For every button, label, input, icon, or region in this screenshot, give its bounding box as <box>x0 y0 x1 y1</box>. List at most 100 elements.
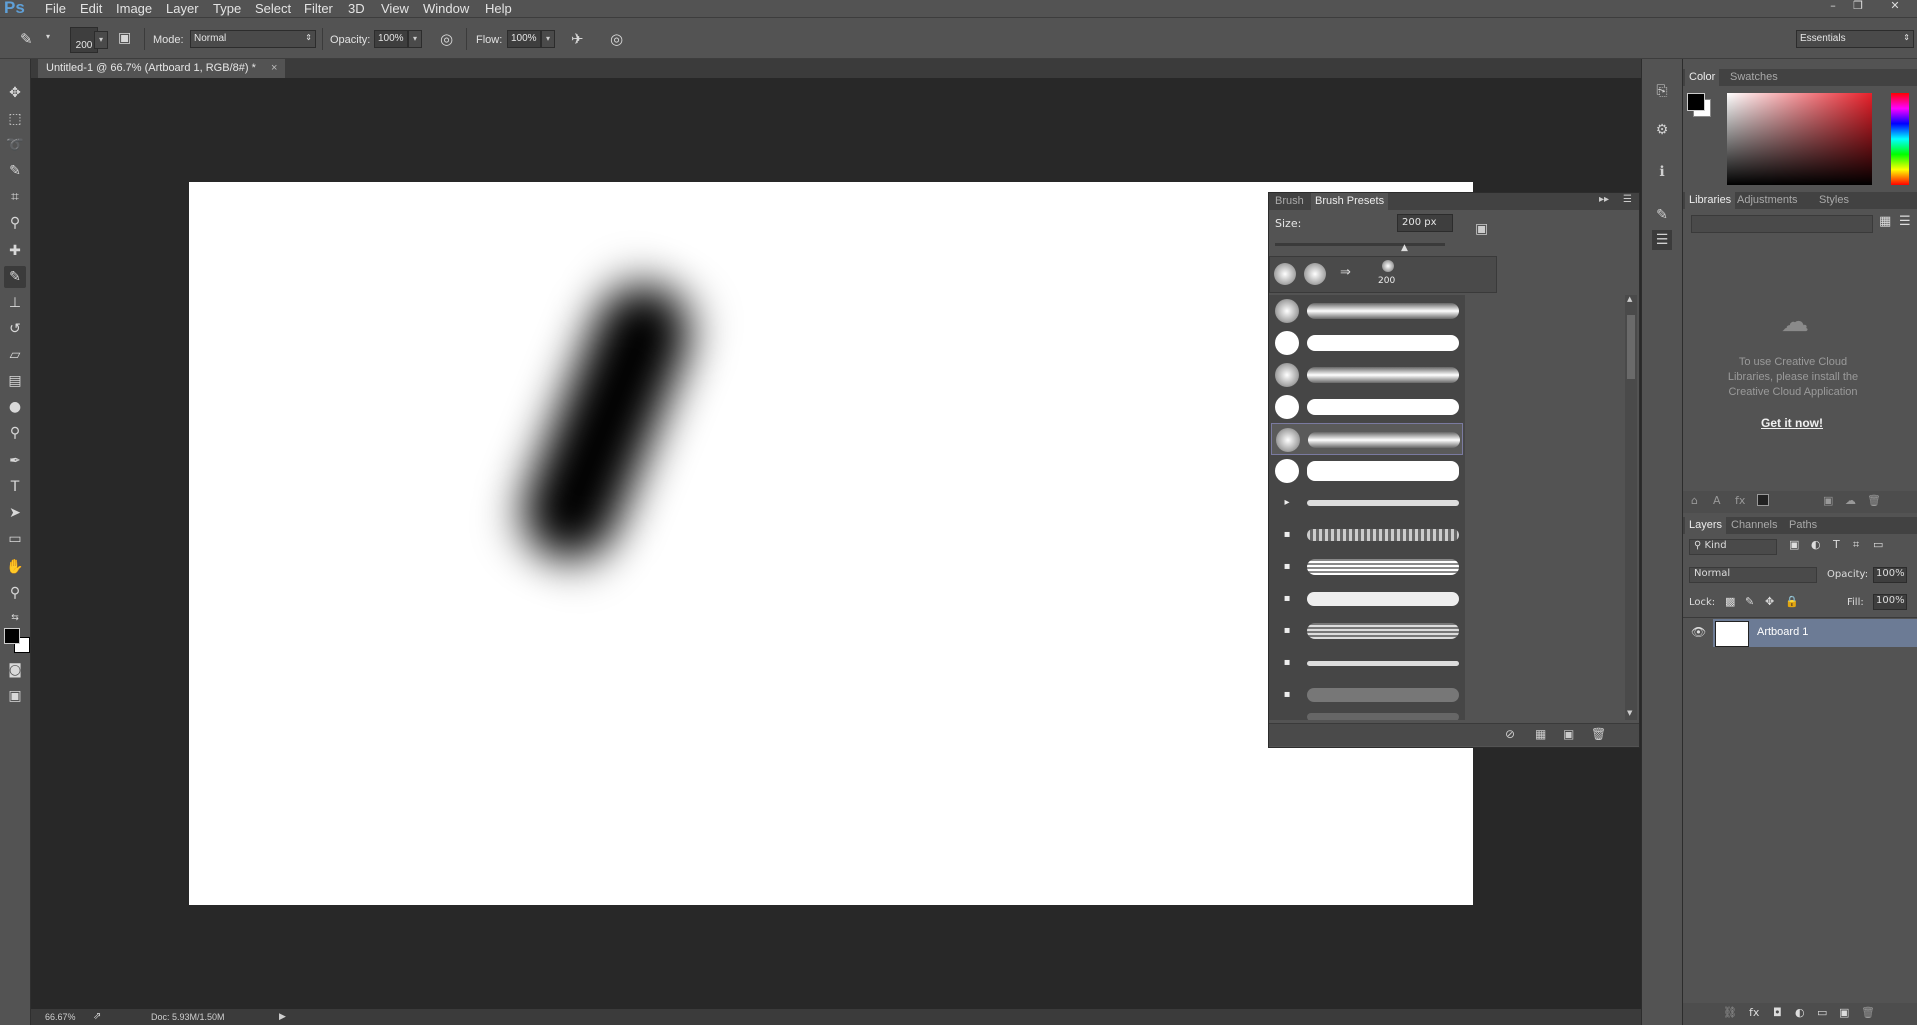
pressure-opacity-icon[interactable]: ◎ <box>440 30 453 48</box>
layer-opacity-input[interactable]: 100% <box>1873 567 1907 583</box>
minimize-icon[interactable]: – <box>1823 0 1843 14</box>
path-select-tool-icon[interactable]: ➤ <box>4 502 26 524</box>
layer-filter-select[interactable]: ⚲ Kind <box>1689 539 1777 555</box>
preset-row[interactable] <box>1271 391 1463 423</box>
visibility-eye-icon[interactable]: 👁 <box>1691 625 1706 639</box>
brush-tool-icon[interactable]: ✎ <box>20 30 33 48</box>
clone-stamp-tool-icon[interactable]: ⊥ <box>4 292 26 314</box>
menu-layer[interactable]: Layer <box>166 1 199 16</box>
preset-row[interactable] <box>1271 327 1463 359</box>
menu-file[interactable]: File <box>45 1 66 16</box>
preset-row[interactable]: ▪ <box>1271 647 1463 679</box>
new-brush-icon[interactable]: ▣ <box>1563 727 1574 741</box>
color-field[interactable] <box>1727 93 1872 185</box>
eyedropper-tool-icon[interactable]: ⚲ <box>4 212 26 234</box>
eraser-tool-icon[interactable]: ▱ <box>4 344 26 366</box>
lock-all-icon[interactable]: 🔒 <box>1785 595 1799 608</box>
collapse-panel-icon[interactable]: ▸▸ <box>1599 194 1609 205</box>
filter-pixel-icon[interactable]: ▣ <box>1789 538 1799 551</box>
toggle-brush-panel-icon[interactable]: ⊘ <box>1505 727 1515 741</box>
preset-row[interactable] <box>1271 711 1463 720</box>
preset-row[interactable]: ▪ <box>1271 551 1463 583</box>
rectangle-tool-icon[interactable]: ▭ <box>4 528 26 550</box>
delete-brush-icon[interactable]: 🗑 <box>1591 727 1606 741</box>
fill-input[interactable]: 100% <box>1873 594 1907 610</box>
recent-brush-soft[interactable] <box>1274 263 1296 285</box>
filter-smart-object-icon[interactable]: ▭ <box>1873 538 1883 551</box>
chevron-down-icon[interactable]: ▾ <box>46 32 50 41</box>
filter-type-icon[interactable]: T <box>1833 538 1840 551</box>
pen-tool-icon[interactable]: ✒ <box>4 450 26 472</box>
menu-3d[interactable]: 3D <box>348 1 365 16</box>
list-view-icon[interactable]: ☰ <box>1899 214 1911 229</box>
gradient-tool-icon[interactable]: ▤ <box>4 370 26 392</box>
zoom-level[interactable]: 66.67% <box>45 1012 76 1022</box>
foreground-color-swatch[interactable] <box>4 628 20 644</box>
lock-transparent-icon[interactable]: ▩ <box>1725 595 1735 608</box>
mode-select[interactable]: Normal ⇕ <box>190 30 316 48</box>
scrollbar-thumb[interactable] <box>1627 315 1635 379</box>
layer-row[interactable]: Artboard 1 <box>1713 619 1917 647</box>
size-slider-handle[interactable]: ▲ <box>1401 243 1408 253</box>
opacity-dropdown[interactable]: ▾ <box>408 30 422 48</box>
tab-layers[interactable]: Layers <box>1685 517 1727 534</box>
filter-shape-icon[interactable]: ⌗ <box>1853 538 1859 552</box>
zoom-tool-icon[interactable]: ⚲ <box>4 582 26 604</box>
scroll-down-icon[interactable]: ▼ <box>1627 709 1632 717</box>
menu-select[interactable]: Select <box>255 1 291 16</box>
healing-brush-tool-icon[interactable]: ✚ <box>4 240 26 262</box>
delete-layer-icon[interactable]: 🗑 <box>1861 1006 1875 1019</box>
preset-scrollbar[interactable]: ▲ ▼ <box>1625 295 1637 720</box>
cc-sync-icon[interactable]: ☁ <box>1845 494 1856 507</box>
layer-name[interactable]: Artboard 1 <box>1757 626 1808 638</box>
status-menu-arrow-icon[interactable]: ▶ <box>279 1011 286 1022</box>
color-fg-swatch[interactable] <box>1687 93 1705 111</box>
quick-select-tool-icon[interactable]: ✎ <box>4 160 26 182</box>
recent-brush-200[interactable] <box>1382 260 1394 272</box>
preset-row[interactable]: ▸ <box>1271 487 1463 519</box>
recent-brush-soft-2[interactable] <box>1304 263 1326 285</box>
preset-row[interactable] <box>1271 295 1463 327</box>
library-select[interactable] <box>1691 215 1873 233</box>
new-group-icon[interactable]: ▭ <box>1817 1006 1827 1019</box>
brush-panel-icon[interactable]: ✎ <box>1652 205 1672 225</box>
add-graphic-icon[interactable]: ⌂ <box>1691 494 1698 507</box>
flow-input[interactable]: 100% <box>507 30 541 48</box>
crop-tool-icon[interactable]: ⌗ <box>4 186 26 208</box>
library-delete-icon[interactable]: 🗑 <box>1867 494 1881 507</box>
menu-image[interactable]: Image <box>116 1 152 16</box>
marquee-tool-icon[interactable]: ⬚ <box>4 108 26 130</box>
restore-icon[interactable]: ❐ <box>1848 0 1868 14</box>
add-color-icon[interactable] <box>1757 494 1769 506</box>
flow-dropdown[interactable]: ▾ <box>541 30 555 48</box>
menu-filter[interactable]: Filter <box>304 1 333 16</box>
tab-swatches[interactable]: Swatches <box>1726 69 1782 86</box>
new-adjustment-layer-icon[interactable]: ◐ <box>1795 1006 1805 1019</box>
tab-channels[interactable]: Channels <box>1727 517 1781 534</box>
airbrush-icon[interactable]: ✈ <box>571 30 584 48</box>
hue-slider[interactable] <box>1891 93 1909 185</box>
menu-help[interactable]: Help <box>485 1 512 16</box>
new-layer-icon[interactable]: ▣ <box>1839 1006 1849 1019</box>
opacity-input[interactable]: 100% <box>374 30 408 48</box>
brush-presets-panel-icon[interactable]: ☰ <box>1652 230 1672 250</box>
brush-preset-picker-icon[interactable]: ▦ <box>1535 727 1546 741</box>
tab-styles[interactable]: Styles <box>1815 192 1853 209</box>
blur-tool-icon[interactable]: ● <box>4 396 26 418</box>
add-layer-style-icon[interactable]: fx <box>1735 494 1745 507</box>
preset-row[interactable]: ▪ <box>1271 519 1463 551</box>
tab-brush[interactable]: Brush <box>1271 193 1308 210</box>
add-text-icon[interactable]: A <box>1713 494 1721 507</box>
history-panel-icon[interactable]: ⎘ <box>1652 81 1672 101</box>
move-tool-icon[interactable]: ✥ <box>4 82 26 104</box>
add-layer-style-icon[interactable]: fx <box>1749 1006 1759 1019</box>
tab-paths[interactable]: Paths <box>1785 517 1821 534</box>
size-slider-track[interactable] <box>1275 243 1445 246</box>
grid-view-icon[interactable]: ▦ <box>1879 214 1891 229</box>
workspace-select[interactable]: Essentials ⇕ <box>1796 30 1914 48</box>
menu-type[interactable]: Type <box>213 1 241 16</box>
preset-row[interactable] <box>1271 359 1463 391</box>
screen-mode-icon[interactable]: ▣ <box>4 685 26 707</box>
get-it-now-link[interactable]: Get it now! <box>1761 416 1823 430</box>
menu-window[interactable]: Window <box>423 1 469 16</box>
